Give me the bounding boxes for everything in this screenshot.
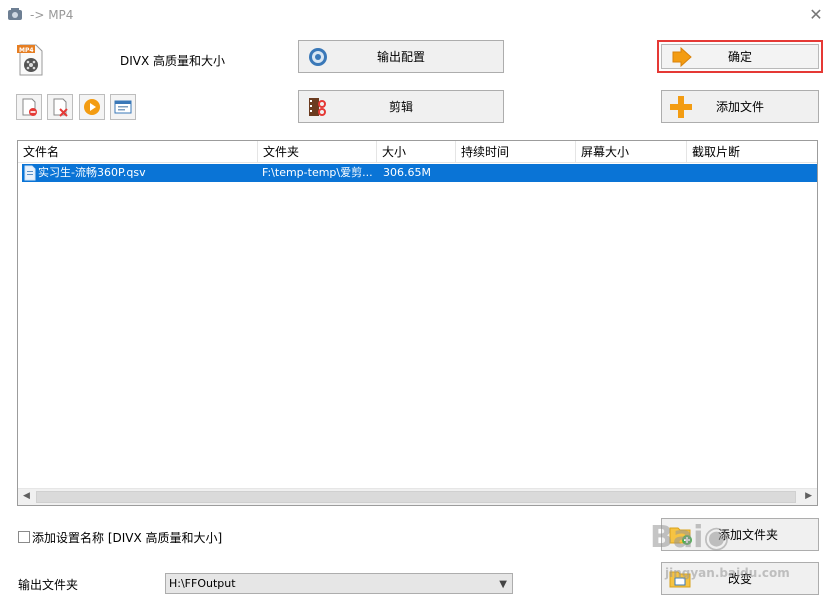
file-list-header: 文件名 文件夹 大小 持续时间 屏幕大小 截取片断: [18, 141, 817, 163]
remove-file-icon: [22, 98, 37, 116]
output-config-label: 输出配置: [376, 50, 425, 64]
column-header-clip[interactable]: 截取片断: [687, 141, 817, 163]
clear-list-icon: [53, 98, 68, 117]
column-header-size[interactable]: 大小: [377, 141, 456, 163]
title-bar: -> MP4 ✕: [0, 0, 833, 30]
cell-folder: F:\temp-temp\爱剪...: [262, 166, 373, 179]
format-factory-icon: [8, 8, 22, 20]
file-list[interactable]: 文件名 文件夹 大小 持续时间 屏幕大小 截取片断 实习生-流畅360P.qsv…: [17, 140, 818, 506]
window-title: -> MP4: [30, 8, 74, 22]
column-header-screen-size[interactable]: 屏幕大小: [576, 141, 687, 163]
plus-icon: [670, 96, 692, 118]
table-row[interactable]: 实习生-流畅360P.qsv F:\temp-temp\爱剪... 306.65…: [22, 164, 817, 182]
output-folder-value: H:\FFOutput: [169, 577, 236, 590]
play-button[interactable]: [79, 94, 105, 120]
cell-size: 306.65M: [383, 166, 431, 179]
clip-button[interactable]: 剪辑: [298, 90, 504, 123]
column-header-name[interactable]: 文件名: [18, 141, 258, 163]
watermark: Bai◉: [650, 520, 730, 555]
ok-button[interactable]: 确定: [657, 40, 823, 73]
cell-duration: [460, 164, 578, 182]
add-setting-name-label: 添加设置名称 [DIVX 高质量和大小]: [32, 530, 223, 545]
video-file-icon: [24, 165, 36, 181]
scrollbar-thumb[interactable]: [36, 491, 796, 503]
add-setting-name-option[interactable]: 添加设置名称 [DIVX 高质量和大小]: [18, 529, 222, 545]
mp4-file-icon: MP4: [17, 44, 43, 76]
add-setting-name-checkbox[interactable]: [18, 531, 30, 543]
ok-label: 确定: [727, 50, 752, 64]
media-info-button[interactable]: [110, 94, 136, 120]
clear-list-button[interactable]: [47, 94, 73, 120]
output-config-button[interactable]: 输出配置: [298, 40, 504, 73]
svg-text:MP4: MP4: [19, 47, 34, 54]
settings-gear-icon: [309, 48, 327, 66]
chevron-down-icon[interactable]: ▼: [499, 575, 507, 594]
cell-screen-size: [580, 164, 688, 182]
add-file-button[interactable]: 添加文件: [661, 90, 819, 123]
arrow-right-icon: [672, 47, 692, 67]
add-file-label: 添加文件: [715, 100, 764, 114]
remove-file-button[interactable]: [16, 94, 42, 120]
column-header-duration[interactable]: 持续时间: [456, 141, 576, 163]
output-folder-select[interactable]: H:\FFOutput ▼: [165, 573, 513, 594]
scroll-left-icon[interactable]: ◀: [23, 491, 30, 501]
film-scissors-icon: [309, 98, 326, 116]
cell-file-name: 实习生-流畅360P.qsv: [38, 166, 146, 179]
media-info-icon: [114, 100, 132, 114]
watermark-url: jingyan.baidu.com: [665, 566, 790, 580]
play-icon: [84, 99, 100, 115]
column-header-folder[interactable]: 文件夹: [258, 141, 377, 163]
horizontal-scrollbar[interactable]: ◀ ▶: [18, 488, 817, 505]
preset-label: DIVX 高质量和大小: [120, 54, 226, 68]
scroll-right-icon[interactable]: ▶: [805, 491, 812, 501]
output-folder-label: 输出文件夹: [18, 578, 79, 592]
cell-clip: [691, 164, 816, 182]
clip-label: 剪辑: [388, 100, 413, 114]
close-icon[interactable]: ✕: [806, 5, 826, 24]
